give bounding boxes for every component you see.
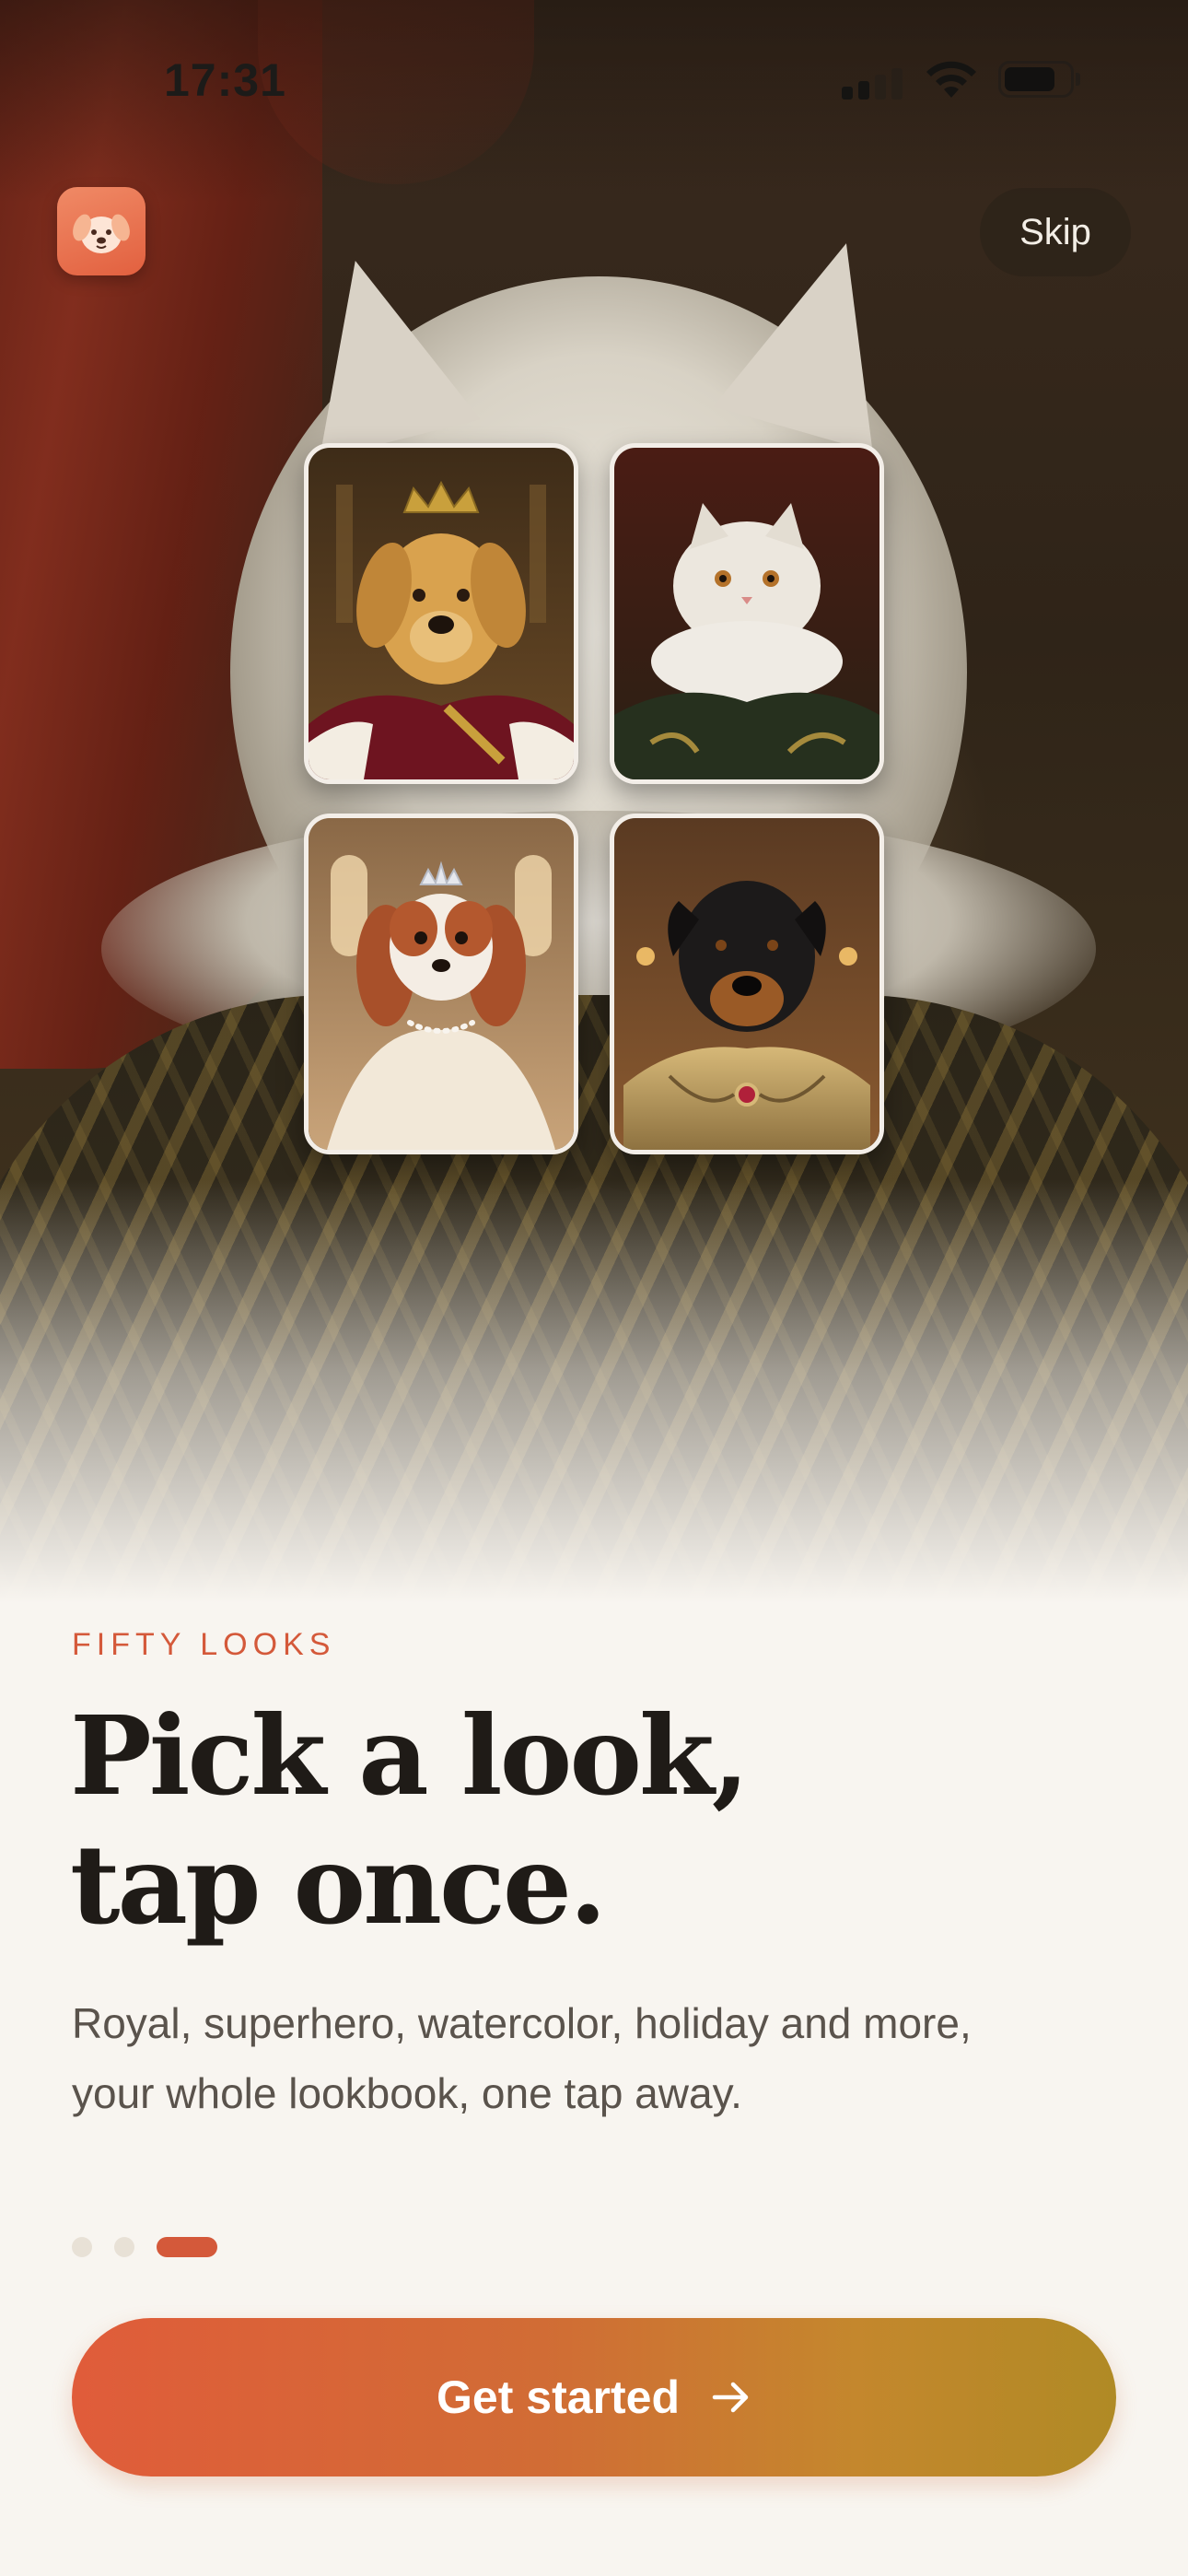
- battery-icon: [998, 61, 1081, 98]
- portrait-grid: [304, 443, 884, 1155]
- hero-fade: [0, 1179, 1188, 1603]
- arrow-right-icon: [712, 2382, 749, 2413]
- headline-line-1: Pick a look,: [70, 1692, 750, 1820]
- wifi-icon: [926, 61, 976, 98]
- page-dot: [114, 2237, 134, 2257]
- cellular-signal-icon: [842, 66, 903, 100]
- portrait-persian-cat-ruff: [610, 443, 884, 784]
- status-time: 17:31: [164, 54, 286, 106]
- headline: Pick a look, tap once.: [70, 1692, 1083, 1950]
- puppy-face-icon: [57, 187, 146, 275]
- portrait-spaniel-princess: [304, 814, 578, 1154]
- portrait-rottweiler-knight: [610, 814, 884, 1154]
- get-started-label: Get started: [437, 2371, 680, 2423]
- body-line-1: Royal, superhero, watercolor, holiday an…: [72, 1999, 972, 2047]
- headline-line-2: tap once.: [70, 1821, 607, 1949]
- eyebrow-label: FIFTY LOOKS: [72, 1627, 336, 1662]
- body-line-2: your whole lookbook, one tap away.: [72, 2069, 742, 2117]
- portrait-golden-retriever-king: [304, 443, 578, 784]
- skip-button[interactable]: Skip: [980, 188, 1131, 276]
- page-dot: [72, 2237, 92, 2257]
- body-copy: Royal, superhero, watercolor, holiday an…: [72, 1988, 1122, 2128]
- page-dot-active: [157, 2237, 217, 2257]
- get-started-button[interactable]: Get started: [72, 2318, 1116, 2476]
